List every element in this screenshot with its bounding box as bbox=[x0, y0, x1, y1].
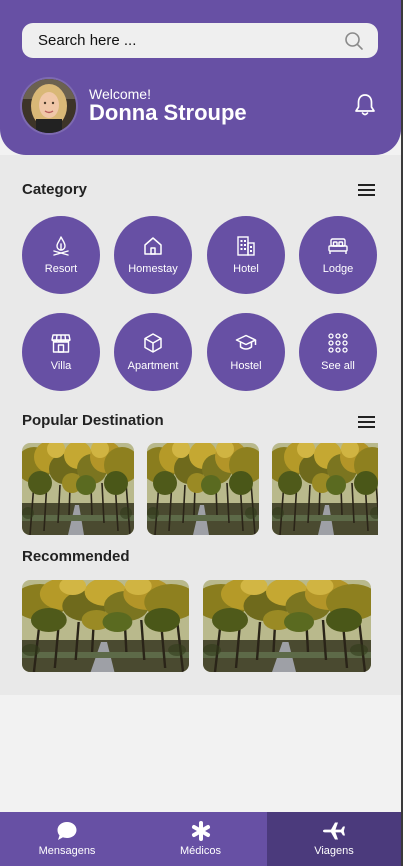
category-homestay[interactable]: Homestay bbox=[114, 216, 192, 294]
popular-menu-icon[interactable] bbox=[358, 415, 375, 429]
category-label: Hotel bbox=[233, 263, 259, 275]
nav-label: Mensagens bbox=[38, 845, 96, 857]
building-icon bbox=[237, 236, 255, 256]
nav-mensagens[interactable]: Mensagens bbox=[0, 812, 134, 866]
nav-label: Viagens bbox=[314, 845, 354, 857]
recommended-title: Recommended bbox=[22, 548, 130, 565]
graduation-cap-icon bbox=[235, 334, 257, 350]
category-label: Lodge bbox=[322, 263, 354, 275]
profile-header: Welcome! Donna Stroupe bbox=[0, 0, 401, 155]
category-hotel[interactable]: Hotel bbox=[207, 216, 285, 294]
bell-icon[interactable] bbox=[354, 93, 376, 117]
category-label: See all bbox=[321, 360, 355, 372]
nav-label: Médicos bbox=[180, 845, 221, 857]
popular-destination-title: Popular Destination bbox=[22, 412, 164, 429]
bottom-navigation: Mensagens Médicos Viagens bbox=[0, 812, 401, 866]
recommended-card[interactable] bbox=[203, 580, 371, 672]
category-apartment[interactable]: Apartment bbox=[114, 313, 192, 391]
bed-icon bbox=[328, 238, 348, 254]
search-icon[interactable] bbox=[344, 31, 364, 51]
category-label: Resort bbox=[44, 263, 78, 275]
category-villa[interactable]: Villa bbox=[22, 313, 100, 391]
user-name: Donna Stroupe bbox=[89, 100, 247, 125]
category-menu-icon[interactable] bbox=[358, 183, 375, 197]
cube-icon bbox=[144, 333, 162, 353]
airplane-icon bbox=[323, 822, 345, 840]
category-hostel[interactable]: Hostel bbox=[207, 313, 285, 391]
campfire-icon bbox=[53, 236, 69, 256]
category-resort[interactable]: Resort bbox=[22, 216, 100, 294]
search-bar[interactable] bbox=[22, 23, 378, 58]
avatar[interactable] bbox=[22, 79, 76, 133]
category-label: Hostel bbox=[230, 360, 262, 372]
asterisk-icon bbox=[191, 821, 210, 841]
popular-destination-card[interactable] bbox=[147, 443, 259, 535]
category-lodge[interactable]: Lodge bbox=[299, 216, 377, 294]
popular-destination-card[interactable] bbox=[22, 443, 134, 535]
nav-medicos[interactable]: Médicos bbox=[134, 812, 267, 866]
main-content: Category Resort Homestay Hotel Lodge Vil… bbox=[0, 155, 401, 695]
recommended-card[interactable] bbox=[22, 580, 189, 672]
category-see-all[interactable]: See all bbox=[299, 313, 377, 391]
search-input[interactable] bbox=[36, 31, 340, 50]
chat-bubble-icon bbox=[57, 822, 77, 840]
home-icon bbox=[144, 237, 162, 255]
store-icon bbox=[51, 334, 71, 353]
popular-destination-card[interactable] bbox=[272, 443, 378, 535]
category-label: Villa bbox=[50, 360, 72, 372]
category-label: Homestay bbox=[128, 263, 178, 275]
category-label: Apartment bbox=[127, 360, 179, 372]
category-title: Category bbox=[22, 181, 88, 198]
nav-viagens[interactable]: Viagens bbox=[267, 812, 401, 866]
grid-dots-icon bbox=[328, 333, 348, 353]
